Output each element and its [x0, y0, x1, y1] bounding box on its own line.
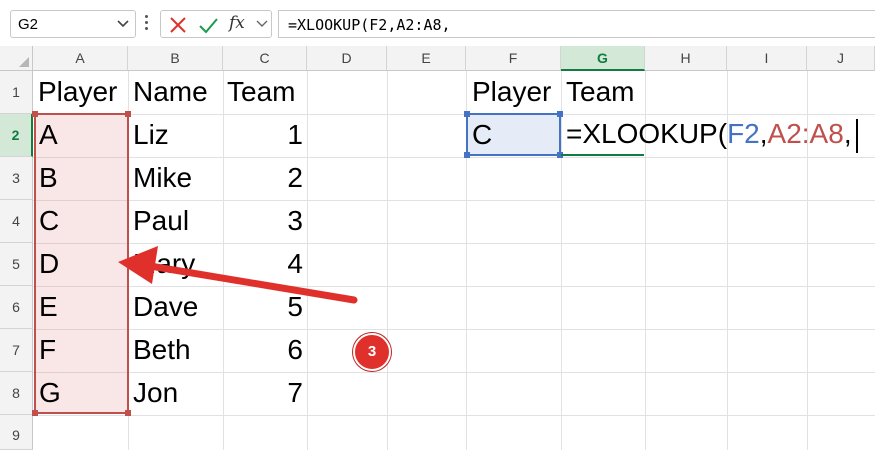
insert-function-icon[interactable]: fx — [229, 13, 245, 33]
formula-input[interactable]: =XLOOKUP(F2,A2:A8, — [278, 10, 875, 38]
formula-text: =XLOOKUP(F2,A2:A8, — [288, 16, 451, 34]
name-box-value: G2 — [18, 16, 39, 33]
cancel-icon[interactable] — [167, 14, 189, 36]
callout-arrow — [118, 246, 358, 304]
chevron-down-icon[interactable] — [117, 20, 129, 28]
formula-bar: G2 fx =XLOOKUP(F2,A2:A8, — [0, 0, 875, 46]
more-options-icon[interactable] — [145, 15, 149, 33]
spreadsheet-grid: A B C D E F G H I J 1 2 3 4 5 6 7 8 9 Pl… — [0, 46, 875, 450]
step-number-badge: 3 — [353, 333, 391, 371]
chevron-down-icon[interactable] — [256, 20, 268, 28]
check-icon[interactable] — [197, 14, 219, 36]
formula-buttons: fx — [160, 10, 272, 38]
name-box[interactable]: G2 — [10, 10, 136, 38]
